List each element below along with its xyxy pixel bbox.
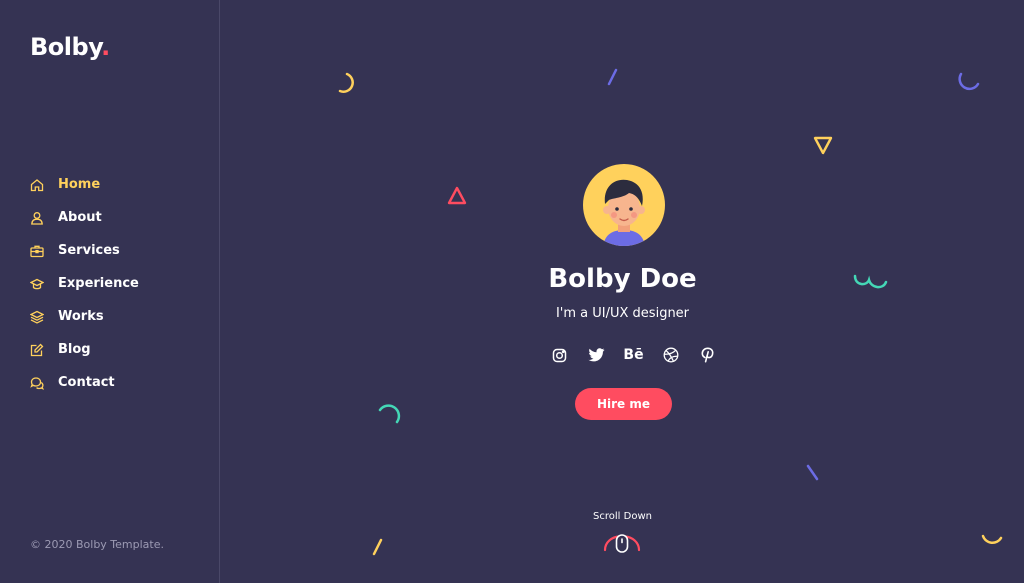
chat-bubbles-icon xyxy=(30,376,44,390)
hero-name: Bolby Doe xyxy=(548,264,697,294)
nav-label: Experience xyxy=(58,276,139,291)
nav-label: Contact xyxy=(58,375,115,390)
semicircle-shape xyxy=(378,404,401,424)
avatar-illustration xyxy=(603,179,645,246)
hero-section: Bolby Doe I'm a UI/UX designer Bē Hire m… xyxy=(221,0,1024,583)
user-icon xyxy=(30,211,44,225)
nav-item-contact[interactable]: Contact xyxy=(30,366,139,399)
hero-role: I'm a UI/UX designer xyxy=(555,306,690,321)
graduation-cap-icon xyxy=(30,277,44,291)
main-nav: Home About Services Experience Works Blo… xyxy=(30,168,139,399)
triangle-shape xyxy=(813,136,833,155)
sidebar: Bolby. Home About Services Experience Wo… xyxy=(0,0,220,583)
nav-item-about[interactable]: About xyxy=(30,201,139,234)
nav-label: Services xyxy=(58,243,120,258)
nav-label: Blog xyxy=(58,342,91,357)
avatar xyxy=(583,164,665,246)
instagram-icon[interactable] xyxy=(541,345,578,365)
dribbble-icon[interactable] xyxy=(652,345,689,365)
hire-me-button[interactable]: Hire me xyxy=(575,388,672,420)
copyright-text: © 2020 Bolby Template. xyxy=(30,538,164,551)
semicircle-shape xyxy=(338,72,354,93)
scroll-down-button[interactable] xyxy=(602,530,642,556)
semicircle-shape xyxy=(958,72,980,91)
logo[interactable]: Bolby. xyxy=(30,33,110,61)
nav-label: About xyxy=(58,210,102,225)
layers-icon xyxy=(30,310,44,324)
edit-icon xyxy=(30,343,44,357)
behance-icon[interactable]: Bē xyxy=(615,345,652,365)
nav-item-home[interactable]: Home xyxy=(30,168,139,201)
mouse-icon xyxy=(603,534,641,553)
home-icon xyxy=(30,178,44,192)
social-links: Bē xyxy=(541,345,726,365)
nav-item-blog[interactable]: Blog xyxy=(30,333,139,366)
briefcase-icon xyxy=(30,244,44,258)
line-shape xyxy=(607,68,618,86)
line-shape xyxy=(806,464,819,481)
semicircle-shape xyxy=(981,534,1003,545)
twitter-icon[interactable] xyxy=(578,345,615,365)
scroll-down-label: Scroll Down xyxy=(593,511,652,522)
nav-item-works[interactable]: Works xyxy=(30,300,139,333)
line-shape xyxy=(372,538,383,556)
nav-item-experience[interactable]: Experience xyxy=(30,267,139,300)
nav-label: Home xyxy=(58,177,101,192)
triangle-shape xyxy=(447,186,467,205)
nav-item-services[interactable]: Services xyxy=(30,234,139,267)
nav-label: Works xyxy=(58,309,104,324)
pinterest-icon[interactable] xyxy=(689,345,726,365)
